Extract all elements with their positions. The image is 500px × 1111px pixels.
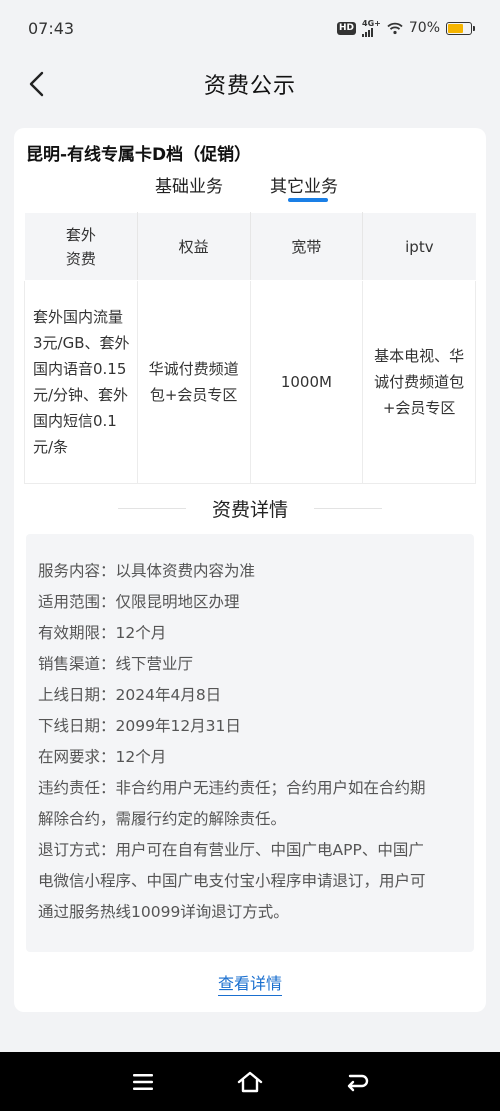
menu-button[interactable] [129,1068,157,1096]
header-broadband: 宽带 [249,212,364,281]
detail-key: 销售渠道： [38,655,116,673]
nav-bar: 资费公示 [0,56,500,112]
detail-key: 服务内容： [38,562,116,580]
plan-title: 昆明-有线专属卡D档（促销） [26,145,252,165]
battery-percent: 70% [408,20,440,36]
divider [117,507,186,509]
status-icons: HD 4G+ 70% [337,18,475,37]
detail-value: 2099年12月31日 [115,717,241,735]
tab-basic-business[interactable]: 基础业务 [155,172,223,197]
header-benefits: 权益 [136,212,251,281]
menu-icon [133,1073,154,1090]
detail-line: 有效期限：12个月 [38,618,474,649]
detail-line: 在网要求：12个月 [38,742,474,773]
detail-key: 适用范围： [38,593,116,611]
status-bar: 07:43 HD 4G+ 70% [0,0,500,56]
divider [314,507,382,509]
detail-value: 12个月 [115,748,167,766]
page-title: 资费公示 [203,74,296,99]
battery-fill [448,23,464,33]
detail-line: 违约责任：非合约用户无违约责任；合约用户如在合约期 [38,773,474,804]
detail-line: 适用范围：仅限昆明地区办理 [38,587,474,618]
detail-value: 用户可在自有营业厅、中国广电APP、中国广 [115,841,424,859]
detail-line: 电微信小程序、中国广电支付宝小程序申请退订，用户可 [38,866,474,897]
detail-key: 有效期限： [38,624,116,642]
header-extra-fee: 套外 资费 [24,212,138,281]
detail-line: 上线日期：2024年4月8日 [38,680,474,711]
details-section-header: 资费详情 [14,494,486,522]
detail-value: 电微信小程序、中国广电支付宝小程序申请退订，用户可 [38,872,426,890]
back-button[interactable] [22,68,54,100]
detail-line: 退订方式：用户可在自有营业厅、中国广电APP、中国广 [38,835,474,866]
active-tab-indicator [288,198,328,202]
detail-value: 以具体资费内容为准 [115,562,256,580]
detail-key: 退订方式： [38,841,116,859]
cell-broadband: 1000M [249,280,364,484]
chevron-left-icon [29,71,44,97]
cell-iptv: 基本电视、华诚付费频道包+会员专区 [362,280,476,484]
detail-value: 2024年4月8日 [115,686,222,704]
detail-value: 非合约用户无违约责任；合约用户如在合约期 [115,779,426,797]
wifi-icon [387,22,403,34]
detail-value: 线下营业厅 [115,655,194,673]
back-icon [347,1074,368,1091]
view-details-wrap: 查看详情 [14,970,486,996]
details-section-title: 资费详情 [211,498,288,521]
home-button[interactable] [236,1068,264,1096]
detail-line: 通过服务热线10099详询退订方式。 [38,897,474,928]
cell-benefits: 华诚付费频道包+会员专区 [136,280,251,484]
details-box: 服务内容：以具体资费内容为准 适用范围：仅限昆明地区办理 有效期限：12个月 销售渠道… [26,534,474,952]
detail-line: 服务内容：以具体资费内容为准 [38,556,474,587]
battery-icon [446,21,475,35]
detail-line: 下线日期：2099年12月31日 [38,711,474,742]
table-row: 套外国内流量3元/GB、套外国内语音0.15元/分钟、套外国内短信0.1元/条 … [24,280,476,484]
detail-key: 违约责任： [38,779,116,797]
status-time: 07:43 [28,18,75,38]
signal-icon: 4G+ [362,18,381,37]
detail-value: 仅限昆明地区办理 [115,593,240,611]
detail-value: 解除合约，需履行约定的解除责任。 [38,810,287,828]
detail-line: 销售渠道：线下营业厅 [38,649,474,680]
home-icon [237,1071,263,1092]
detail-value: 12个月 [115,624,167,642]
cell-extra-fee: 套外国内流量3元/GB、套外国内语音0.15元/分钟、套外国内短信0.1元/条 [24,280,138,484]
system-nav-bar [0,1052,500,1111]
hd-icon: HD [337,21,357,35]
fee-table: 套外 资费 权益 宽带 iptv 套外国内流量3元/GB、套外国内语音0.15元… [24,212,476,484]
header-iptv: iptv [362,212,476,281]
tab-other-business[interactable]: 其它业务 [270,172,338,197]
view-details-link[interactable]: 查看详情 [217,974,282,996]
tab-bar: 基础业务 其它业务 [14,172,486,208]
back-nav-button[interactable] [343,1068,371,1096]
table-header-row: 套外 资费 权益 宽带 iptv [24,212,476,281]
detail-key: 在网要求： [38,748,116,766]
detail-value: 通过服务热线10099详询退订方式。 [38,903,289,921]
detail-key: 上线日期： [38,686,116,704]
detail-key: 下线日期： [38,717,116,735]
network-type: 4G+ [362,18,381,28]
detail-line: 解除合约，需履行约定的解除责任。 [38,804,474,835]
plan-card: 昆明-有线专属卡D档（促销） 基础业务 其它业务 套外 资费 权益 宽带 ipt… [14,128,486,1012]
